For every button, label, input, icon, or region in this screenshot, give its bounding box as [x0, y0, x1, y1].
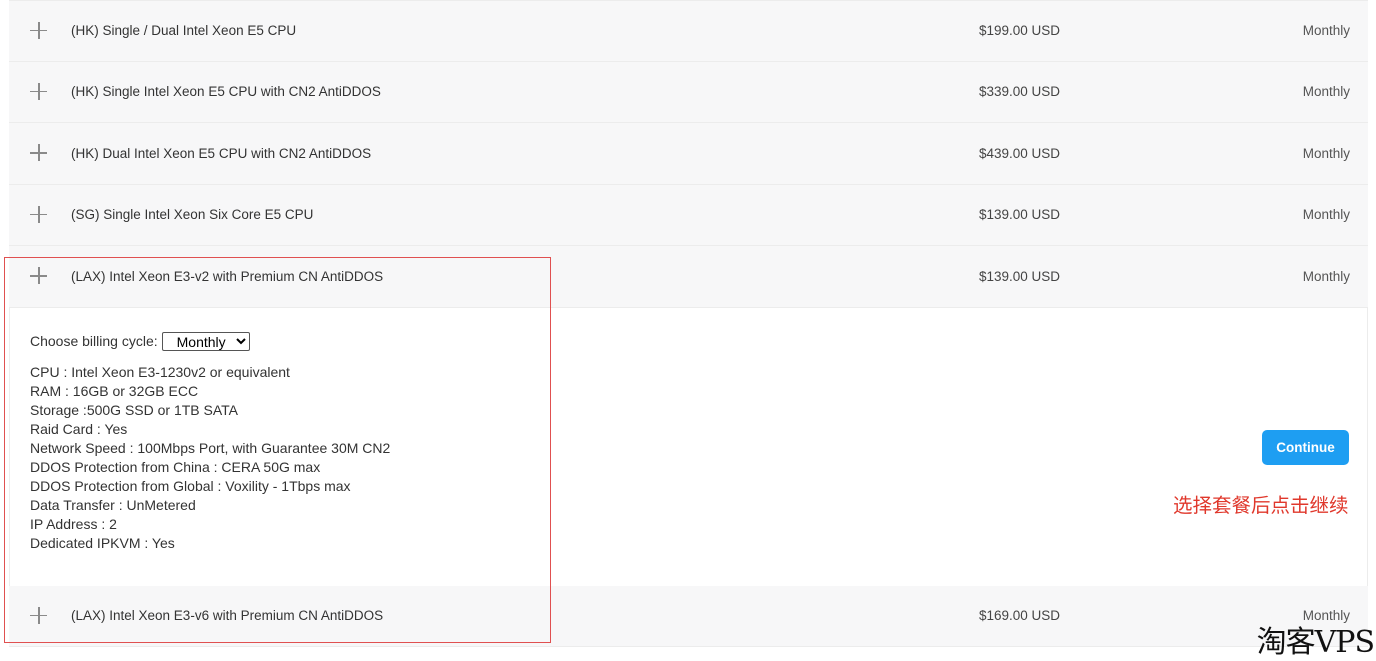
plus-icon[interactable]: [30, 205, 48, 224]
product-cycle: Monthly: [1302, 145, 1350, 161]
product-price: $199.00 USD: [979, 23, 1061, 39]
product-name: (HK) Dual Intel Xeon E5 CPU with CN2 Ant…: [71, 145, 372, 161]
product-row-selected[interactable]: (LAX) Intel Xeon E3-v2 with Premium CN A…: [9, 246, 1368, 308]
product-details-panel: Choose billing cycle: Monthly CPU : Inte…: [9, 307, 1368, 586]
product-price: $439.00 USD: [979, 145, 1061, 161]
plus-icon[interactable]: [30, 267, 48, 285]
product-name: (LAX) Intel Xeon E3-v6 with Premium CN A…: [71, 608, 384, 624]
product-cycle: Monthly: [1302, 207, 1350, 223]
spec-line: Storage :500G SSD or 1TB SATA: [30, 401, 239, 418]
product-price: $169.00 USD: [979, 608, 1061, 624]
product-price: $139.00 USD: [979, 268, 1061, 284]
product-row[interactable]: (HK) Dual Intel Xeon E5 CPU with CN2 Ant…: [9, 123, 1368, 185]
plus-icon[interactable]: [30, 144, 48, 162]
plus-icon[interactable]: [30, 82, 48, 101]
annotation-note: 选择套餐后点击继续: [1173, 494, 1349, 517]
product-cycle: Monthly: [1302, 268, 1350, 284]
product-cycle: Monthly: [1302, 23, 1350, 39]
watermark: 淘客VPS: [1256, 625, 1375, 660]
product-cycle: Monthly: [1302, 84, 1350, 100]
spec-line: Dedicated IPKVM : Yes: [30, 534, 175, 551]
product-row[interactable]: (LAX) Intel Xeon E3-v6 with Premium CN A…: [9, 585, 1368, 647]
product-name: (HK) Single / Dual Intel Xeon E5 CPU: [71, 23, 297, 39]
plus-icon[interactable]: [30, 21, 48, 40]
spec-line: IP Address : 2: [30, 515, 117, 532]
spec-line: DDOS Protection from Global : Voxility -…: [30, 477, 351, 494]
billing-cycle-group: Choose billing cycle: Monthly: [30, 331, 250, 351]
spec-line: RAM : 16GB or 32GB ECC: [30, 382, 199, 399]
product-specs: CPU : Intel Xeon E3-1230v2 or equivalent…: [30, 363, 390, 553]
product-name: (LAX) Intel Xeon E3-v2 with Premium CN A…: [71, 268, 384, 284]
product-price: $339.00 USD: [979, 84, 1061, 100]
spec-line: DDOS Protection from China : CERA 50G ma…: [30, 458, 321, 475]
billing-cycle-label: Choose billing cycle:: [30, 333, 158, 349]
spec-line: CPU : Intel Xeon E3-1230v2 or equivalent: [30, 363, 290, 380]
product-row[interactable]: (HK) Single Intel Xeon E5 CPU with CN2 A…: [9, 61, 1368, 123]
product-row[interactable]: (HK) Single / Dual Intel Xeon E5 CPU $19…: [9, 0, 1368, 62]
product-name: (HK) Single Intel Xeon E5 CPU with CN2 A…: [71, 84, 381, 100]
product-list: (HK) Single / Dual Intel Xeon E5 CPU $19…: [9, 0, 1368, 647]
spec-line: Network Speed : 100Mbps Port, with Guara…: [30, 439, 391, 456]
plus-icon[interactable]: [30, 606, 48, 625]
billing-cycle-select[interactable]: Monthly: [161, 331, 250, 351]
spec-line: Raid Card : Yes: [30, 420, 128, 437]
product-row[interactable]: (SG) Single Intel Xeon Six Core E5 CPU $…: [9, 184, 1368, 246]
continue-button[interactable]: Continue: [1262, 429, 1349, 465]
product-price: $139.00 USD: [979, 207, 1061, 223]
product-name: (SG) Single Intel Xeon Six Core E5 CPU: [71, 207, 314, 223]
spec-line: Data Transfer : UnMetered: [30, 496, 196, 513]
